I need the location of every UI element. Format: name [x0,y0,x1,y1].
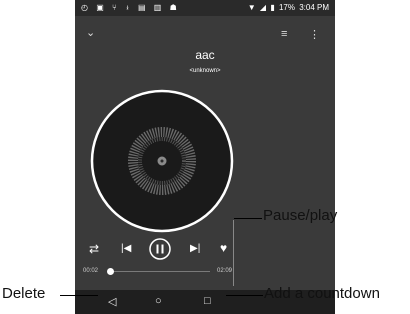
callout-pause-play: Pause/play [263,207,338,224]
back-icon[interactable]: ◁ [108,295,116,308]
pause-icon [156,244,159,254]
repeat-icon[interactable]: ⇄ [89,243,99,255]
disc-hole [160,159,164,163]
callout-delete: Delete [2,285,46,302]
recents-icon[interactable]: □ [204,295,211,307]
total-time: 02:09 [217,268,233,274]
leader-pause-play [234,218,262,219]
home-icon[interactable]: ○ [155,295,162,307]
leader-countdown [226,295,263,296]
favorite-icon[interactable]: ♥ [220,242,227,254]
pause-button[interactable] [149,238,171,260]
next-icon[interactable]: ▶| [190,243,200,255]
pointer-line [233,220,234,286]
music-player-screen: ◴ ▣ ⑂ ⤓ ▤ ▥ ☗ ▼ ◢ ▮ 17% 3:04 PM ⌄ ≡ ⋮ aa… [75,0,335,314]
seek-thumb[interactable] [106,268,114,275]
callout-countdown: Add a countdown [264,285,380,302]
previous-icon[interactable]: |◀ [121,243,131,255]
leader-delete [60,295,98,296]
album-disc [90,89,234,233]
seek-bar[interactable] [106,268,210,275]
elapsed-time: 00:02 [83,268,99,274]
